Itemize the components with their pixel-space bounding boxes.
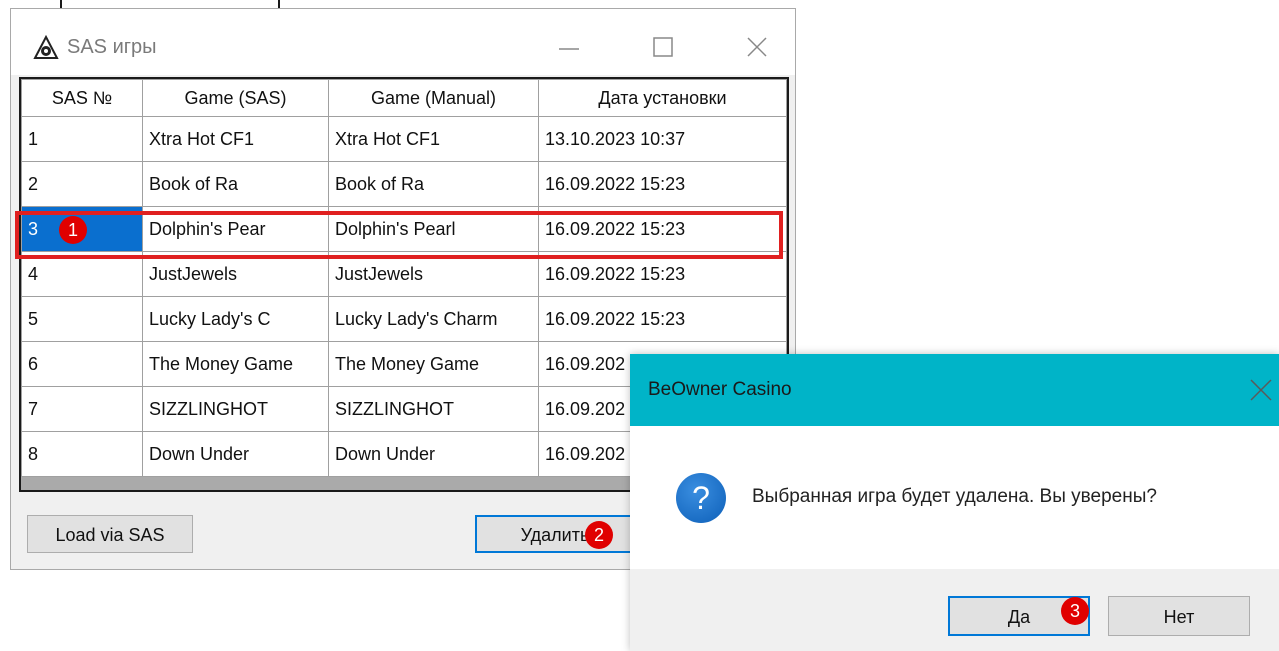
maximize-button[interactable] [641, 27, 685, 67]
app-logo-icon [33, 34, 59, 61]
step-badge-1: 1 [59, 216, 87, 244]
cell-install-date[interactable]: 13.10.2023 10:37 [538, 116, 787, 162]
dialog-title: BeOwner Casino [648, 379, 792, 400]
table-row[interactable]: 5 Lucky Lady's C Lucky Lady's Charm 16.0… [21, 296, 787, 342]
minimize-button[interactable] [547, 27, 591, 67]
table-row[interactable]: 1 Xtra Hot CF1 Xtra Hot CF1 13.10.2023 1… [21, 116, 787, 162]
step-badge-3: 3 [1061, 597, 1089, 625]
window-titlebar: SAS игры [11, 9, 795, 75]
cell-game-sas[interactable]: Book of Ra [142, 161, 329, 207]
cell-game-manual[interactable]: SIZZLINGHOT [328, 386, 539, 432]
question-icon: ? [676, 473, 726, 523]
cell-game-manual[interactable]: Xtra Hot CF1 [328, 116, 539, 162]
cell-game-sas[interactable]: Lucky Lady's C [142, 296, 329, 342]
dialog-footer: Да Нет [630, 569, 1279, 651]
close-button[interactable] [735, 27, 779, 67]
step-badge-2: 2 [585, 521, 613, 549]
dialog-message: Выбранная игра будет удалена. Вы уверены… [752, 486, 1157, 507]
table-row[interactable]: 2 Book of Ra Book of Ra 16.09.2022 15:23 [21, 161, 787, 207]
dialog-body: ? Выбранная игра будет удалена. Вы увере… [630, 426, 1279, 569]
cell-sas-no[interactable]: 7 [21, 386, 143, 432]
cell-install-date[interactable]: 16.09.2022 15:23 [538, 296, 787, 342]
cell-sas-no[interactable]: 5 [21, 296, 143, 342]
cell-sas-no[interactable]: 1 [21, 116, 143, 162]
load-via-sas-button[interactable]: Load via SAS [27, 515, 193, 553]
selected-row-highlight [15, 211, 783, 259]
no-button[interactable]: Нет [1108, 596, 1250, 636]
column-header-sas-no[interactable]: SAS № [21, 79, 143, 117]
column-header-install-date[interactable]: Дата установки [538, 79, 787, 117]
window-title: SAS игры [67, 36, 157, 58]
dialog-titlebar: BeOwner Casino [630, 354, 1279, 426]
cell-sas-no[interactable]: 8 [21, 431, 143, 477]
confirm-dialog: BeOwner Casino ? Выбранная игра будет уд… [630, 354, 1279, 651]
cell-install-date[interactable]: 16.09.2022 15:23 [538, 161, 787, 207]
cell-game-manual[interactable]: Book of Ra [328, 161, 539, 207]
cell-game-manual[interactable]: Down Under [328, 431, 539, 477]
cell-game-manual[interactable]: Lucky Lady's Charm [328, 296, 539, 342]
cell-game-sas[interactable]: SIZZLINGHOT [142, 386, 329, 432]
dialog-close-icon[interactable] [1239, 374, 1279, 406]
cell-sas-no[interactable]: 6 [21, 341, 143, 387]
table-header-row: SAS № Game (SAS) Game (Manual) Дата уста… [21, 79, 787, 117]
column-header-game-manual[interactable]: Game (Manual) [328, 79, 539, 117]
cell-game-sas[interactable]: Down Under [142, 431, 329, 477]
cell-game-sas[interactable]: Xtra Hot CF1 [142, 116, 329, 162]
cell-sas-no[interactable]: 2 [21, 161, 143, 207]
cell-game-sas[interactable]: The Money Game [142, 341, 329, 387]
cell-game-manual[interactable]: The Money Game [328, 341, 539, 387]
column-header-game-sas[interactable]: Game (SAS) [142, 79, 329, 117]
